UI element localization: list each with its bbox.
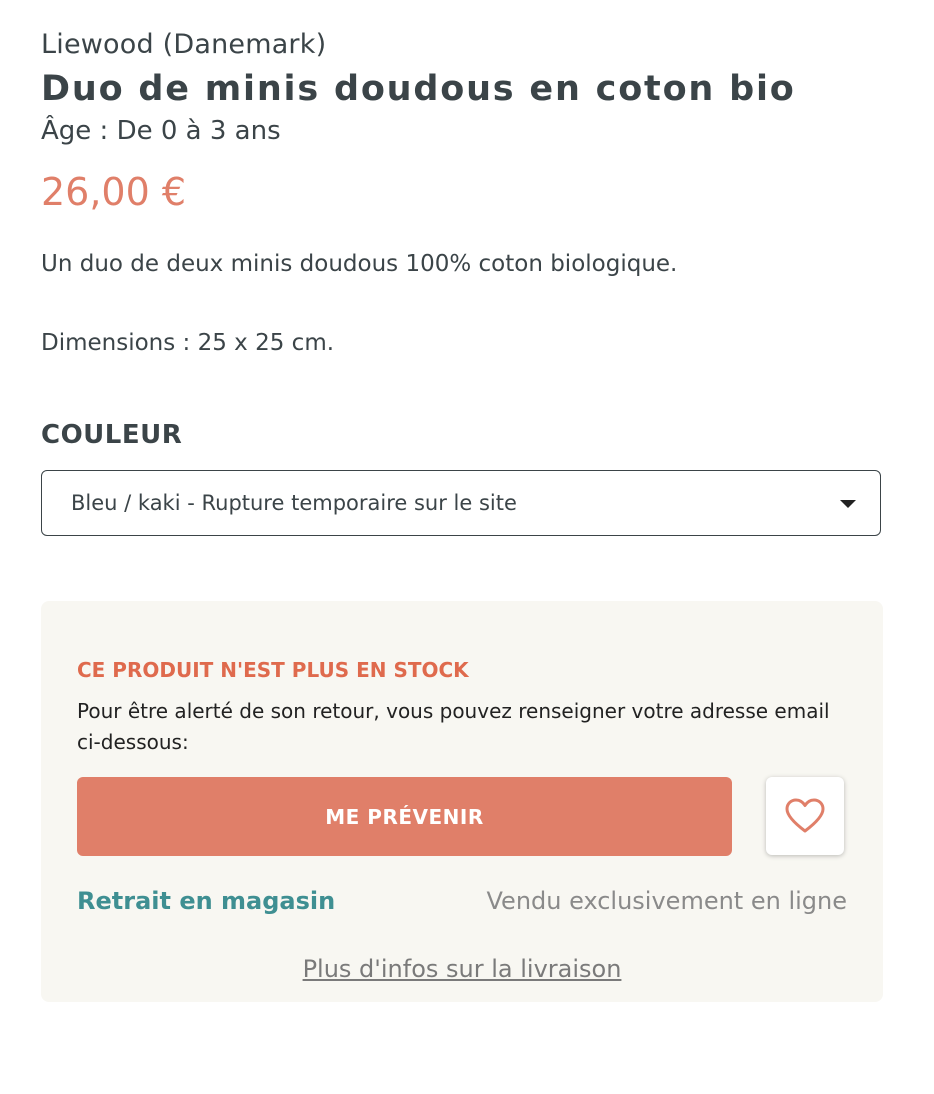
out-of-stock-text: Pour être alerté de son retour, vous pou… — [77, 699, 830, 754]
color-select-value: Bleu / kaki - Rupture temporaire sur le … — [71, 491, 517, 515]
product-dimensions: Dimensions : 25 x 25 cm. — [41, 330, 335, 356]
color-label: COULEUR — [41, 420, 183, 450]
store-pickup-link[interactable]: Retrait en magasin — [77, 884, 335, 918]
product-title: Duo de minis doudous en coton bio — [41, 69, 796, 109]
delivery-info-link[interactable]: Plus d'infos sur la livraison — [41, 952, 883, 986]
out-of-stock-panel: CE PRODUIT N'EST PLUS EN STOCK Pour être… — [41, 601, 883, 1002]
age-range: Âge : De 0 à 3 ans — [41, 116, 281, 146]
caret-down-icon — [840, 500, 856, 508]
online-only-label: Vendu exclusivement en ligne — [486, 887, 848, 915]
out-of-stock-title: CE PRODUIT N'EST PLUS EN STOCK — [77, 658, 469, 682]
add-to-favorites-button[interactable] — [766, 777, 844, 855]
heart-icon — [785, 798, 825, 833]
product-price: 26,00 € — [41, 170, 187, 214]
product-page: Liewood (Danemark) Duo de minis doudous … — [0, 0, 934, 1094]
brand-name: Liewood (Danemark) — [41, 29, 327, 60]
product-description: Un duo de deux minis doudous 100% coton … — [41, 251, 678, 277]
color-select[interactable]: Bleu / kaki - Rupture temporaire sur le … — [41, 470, 881, 536]
notify-me-button[interactable]: ME PRÉVENIR — [77, 777, 732, 856]
